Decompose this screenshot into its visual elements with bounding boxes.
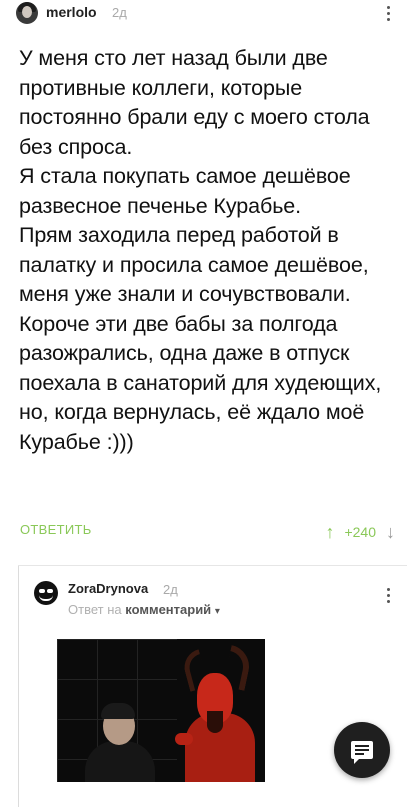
reply-time: 2д	[163, 582, 178, 597]
comment-paragraph: У меня сто лет назад были две противные …	[19, 46, 370, 159]
add-comment-button[interactable]	[334, 722, 390, 778]
rating-control: ↑ +240 ↓	[325, 520, 395, 544]
reply-author[interactable]: ZoraDrynova	[68, 581, 148, 596]
avatar-face	[22, 6, 32, 18]
reply-parent-link[interactable]: комментарий	[125, 602, 211, 617]
comment-author[interactable]: merlolo	[46, 4, 97, 20]
image-man-hair	[101, 703, 135, 719]
comment-time: 2д	[112, 5, 127, 20]
comment-actions: ОТВЕТИТЬ ↑ +240 ↓	[20, 520, 395, 544]
comment-icon	[351, 741, 373, 764]
reply-more-options-icon[interactable]	[379, 585, 397, 605]
comment-header: merlolo 2д	[0, 0, 407, 26]
arrow-down-icon[interactable]: ↓	[386, 522, 395, 543]
comment-paragraph: Прям заходила перед работой в палатку и …	[19, 223, 369, 306]
comment-icon-line	[355, 749, 369, 751]
arrow-up-icon[interactable]: ↑	[325, 522, 334, 543]
comment-paragraph: Короче эти две бабы за полгода разожрали…	[19, 311, 382, 454]
comment-icon-line	[355, 753, 364, 755]
thread-divider	[18, 565, 407, 566]
chevron-down-icon[interactable]: ▾	[215, 606, 220, 617]
comment-paragraph: Я стала покупать самое дешёвое развесное…	[19, 164, 351, 218]
rating-score: +240	[344, 524, 376, 540]
reply-image[interactable]	[57, 639, 265, 782]
comment-text: У меня сто лет назад были две противные …	[19, 44, 399, 457]
reply-prefix: Ответ на	[68, 602, 122, 617]
more-options-icon[interactable]	[379, 3, 397, 23]
avatar-eye	[47, 589, 53, 593]
avatar-grin	[39, 595, 53, 601]
image-devil-beard	[207, 711, 223, 733]
reply-avatar[interactable]	[34, 581, 58, 605]
comment-icon-line	[355, 745, 369, 747]
reply-button[interactable]: ОТВЕТИТЬ	[20, 522, 92, 537]
avatar-eye	[39, 589, 45, 593]
reply-to-line: Ответ на комментарий ▾	[68, 602, 220, 617]
image-devil-hand	[175, 733, 193, 745]
thread-line	[18, 565, 19, 807]
avatar[interactable]	[16, 2, 38, 24]
